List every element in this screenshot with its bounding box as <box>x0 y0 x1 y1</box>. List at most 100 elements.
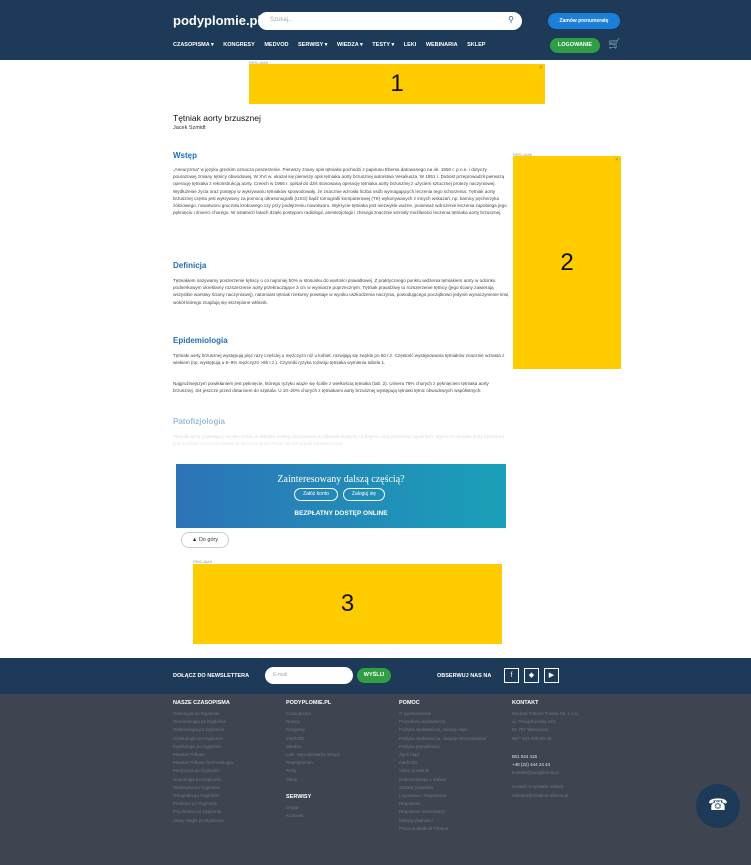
footer-link[interactable]: Procedura wydawnicza <box>399 718 486 726</box>
site-footer: NASZE CZASOPISMA Onkologia po Dyplomie D… <box>0 694 751 865</box>
order-subscription-button[interactable]: Zamów prenumeratę <box>548 13 620 29</box>
footer-link[interactable]: Krztusiec <box>286 812 340 820</box>
footer-link[interactable]: Kongresy <box>286 726 340 734</box>
footer-link[interactable]: Zgoś błąd <box>399 751 486 759</box>
paywall-title: Zainteresowany dalszą częścią? <box>277 474 405 485</box>
footer-link[interactable]: Ortopedia po Dyplomie <box>173 792 233 800</box>
footer-link[interactable]: Regulamin <box>399 800 486 808</box>
paywall-box: Zainteresowany dalszą częścią? Załóż kon… <box>176 464 506 528</box>
footer-heading: NASZE CZASOPISMA <box>173 700 230 706</box>
nav-item-czasopisma[interactable]: CZASOPISMA ▾ <box>173 42 214 48</box>
footer-col-site: PODYPLOMIE.PL Czasopisma Nowny Kongresy … <box>286 700 340 820</box>
footer-link[interactable]: medVOD <box>399 759 486 767</box>
nav-item-wiedza[interactable]: WIEDZA ▾ <box>337 42 363 48</box>
login-button[interactable]: Zaloguj się <box>343 488 385 501</box>
facebook-icon[interactable]: f <box>504 668 519 683</box>
article-author[interactable]: Jacek Szmidt <box>173 125 206 131</box>
footer-link[interactable]: Nowny <box>286 718 340 726</box>
ad-banner-bottom[interactable]: 3 <box>193 564 502 644</box>
footer-link[interactable]: Neurologia po Dyplomie <box>173 776 233 784</box>
footer-link[interactable]: Dermatologia po Dyplomie <box>173 718 233 726</box>
footer-link[interactable]: O wydawnictwie <box>399 710 486 718</box>
site-logo[interactable]: podyplomie.pl <box>173 13 261 28</box>
footer-link[interactable]: Medycyna po Dyplomie <box>173 767 233 775</box>
footer-link[interactable]: Testy <box>286 767 340 775</box>
close-icon[interactable]: ✕ <box>615 157 619 163</box>
newsletter-send-button[interactable]: WYŚLIJ <box>357 668 391 683</box>
phone-call-button[interactable]: ☎ <box>696 784 740 828</box>
section-heading: Wstęp <box>173 151 197 160</box>
footer-link[interactable]: Polityka wydawnicza, zasady etyki <box>399 726 486 734</box>
section-text: „Aneuryzma” w języku greckim oznacza pos… <box>173 167 507 216</box>
scroll-top-button[interactable]: ▲ Do góry <box>181 532 229 548</box>
footer-link[interactable]: Repetytorium <box>286 759 340 767</box>
newsletter-bar: DOŁĄCZ DO NEWSLETTERA E-mail WYŚLIJ OBSE… <box>0 658 751 694</box>
main-nav: CZASOPISMA ▾ KONGRESY MEDVOD SERWISY ▾ W… <box>173 42 493 52</box>
contact-phone[interactable]: 801 044 415 <box>512 753 579 761</box>
nav-item-sklep[interactable]: SKLEP <box>467 42 485 48</box>
nav-item-kongresy[interactable]: KONGRESY <box>223 42 254 48</box>
nav-item-webinaria[interactable]: WEBINARIA <box>426 42 458 48</box>
footer-link[interactable]: Ginekologia po Dyplomie <box>173 735 233 743</box>
footer-link[interactable]: Logowanie i Rejestracja <box>399 792 486 800</box>
ad-banner-side[interactable]: 2 ✕ <box>513 156 621 369</box>
footer-link[interactable]: Kardiologia po Dyplomie <box>173 743 233 751</box>
article-title: Tętniak aorty brzusznej <box>173 113 261 123</box>
footer-link[interactable]: Medical Tribune <box>173 751 233 759</box>
footer-link[interactable]: Polityka prywatności <box>399 743 486 751</box>
chevron-up-icon: ▲ <box>191 537 198 543</box>
footer-col-help: POMOC O wydawnictwie Procedura wydawnicz… <box>399 700 486 833</box>
nav-item-serwisy[interactable]: SERWISY ▾ <box>298 42 327 48</box>
footer-link[interactable]: Regulamin komentarzy <box>399 808 486 816</box>
footer-link[interactable]: Wiedza <box>286 743 340 751</box>
footer-link[interactable]: Medical Tribune Dermatologia <box>173 759 233 767</box>
footer-heading: POMOC <box>399 700 420 706</box>
nav-item-testy[interactable]: TESTY ▾ <box>372 42 394 48</box>
phone-icon: ☎ <box>708 797 728 814</box>
paywall-free-access: BEZPŁATNY DOSTĘP ONLINE <box>294 510 388 517</box>
nav-item-medvod[interactable]: MEDVOD <box>264 42 288 48</box>
footer-link[interactable]: Leki: Wyszukiwarka Terapii <box>286 751 340 759</box>
footer-text: Kontakt w sprawie reklam <box>512 784 564 790</box>
contact-email[interactable]: reklama@medical-tribune.pl <box>512 792 579 800</box>
footer-heading: PODYPLOMIE.PL <box>286 700 332 706</box>
footer-link[interactable]: Stany Nagłe po Dyplomie <box>173 817 233 825</box>
cart-icon[interactable]: 🛒 <box>608 38 622 52</box>
nav-item-leki[interactable]: LEKI <box>404 42 417 48</box>
footer-link[interactable]: Onkologia po Dyplomie <box>173 710 233 718</box>
footer-link[interactable]: Praca w Medical Tribune <box>399 825 486 833</box>
ad-number: 2 <box>560 248 574 276</box>
footer-link[interactable]: Psychiatria po Dyplomie <box>173 808 233 816</box>
footer-text: 01-797 Warszawa <box>512 727 549 733</box>
footer-col-contact: KONTAKT Medical Tribune Polska Sp. z o.o… <box>512 700 579 800</box>
footer-text: NIP: 521-008-60-45 <box>512 735 552 741</box>
close-icon[interactable]: ✕ <box>539 65 543 71</box>
search-placeholder: Szukaj... <box>270 17 294 23</box>
twitter-icon[interactable]: ◆ <box>524 668 539 683</box>
newsletter-label: DOŁĄCZ DO NEWSLETTERA <box>173 673 250 679</box>
footer-link[interactable]: Grypa <box>286 804 340 812</box>
contact-phone[interactable]: +48 (22) 444 24 44 <box>512 761 579 769</box>
section-heading: Patofizjologia <box>173 417 225 426</box>
footer-link[interactable]: medVOD <box>286 735 340 743</box>
contact-email[interactable]: kontakt@podyplomie.pl <box>512 769 579 777</box>
footer-link[interactable]: Polityka wydawnicza, zasady recenzowania <box>399 735 486 743</box>
footer-link[interactable]: Diabetologia po Dyplomie <box>173 726 233 734</box>
footer-link[interactable]: Dokumentacja o reklam <box>399 776 486 784</box>
text-fade <box>173 428 511 468</box>
footer-link[interactable]: Czasopisma <box>286 710 340 718</box>
footer-link[interactable]: Metody płatności <box>399 817 486 825</box>
search-input[interactable]: Szukaj... ⚲ <box>258 12 522 30</box>
footer-link[interactable]: Video poradnik <box>399 767 486 775</box>
youtube-icon[interactable]: ▶ <box>544 668 559 683</box>
footer-link[interactable]: Okulistyka po Dyplomie <box>173 784 233 792</box>
footer-link[interactable]: Sklep <box>286 776 340 784</box>
register-button[interactable]: Załóż konto <box>294 488 338 501</box>
login-button[interactable]: LOGOWANIE <box>550 38 600 53</box>
search-icon[interactable]: ⚲ <box>508 15 514 24</box>
footer-link[interactable]: Pediatria po Dyplomie <box>173 800 233 808</box>
footer-heading: KONTAKT <box>512 700 539 706</box>
ad-banner-top[interactable]: 1 ✕ <box>249 64 545 104</box>
newsletter-email-input[interactable]: E-mail <box>265 667 353 684</box>
footer-link[interactable]: Zasady prawnika <box>399 784 486 792</box>
